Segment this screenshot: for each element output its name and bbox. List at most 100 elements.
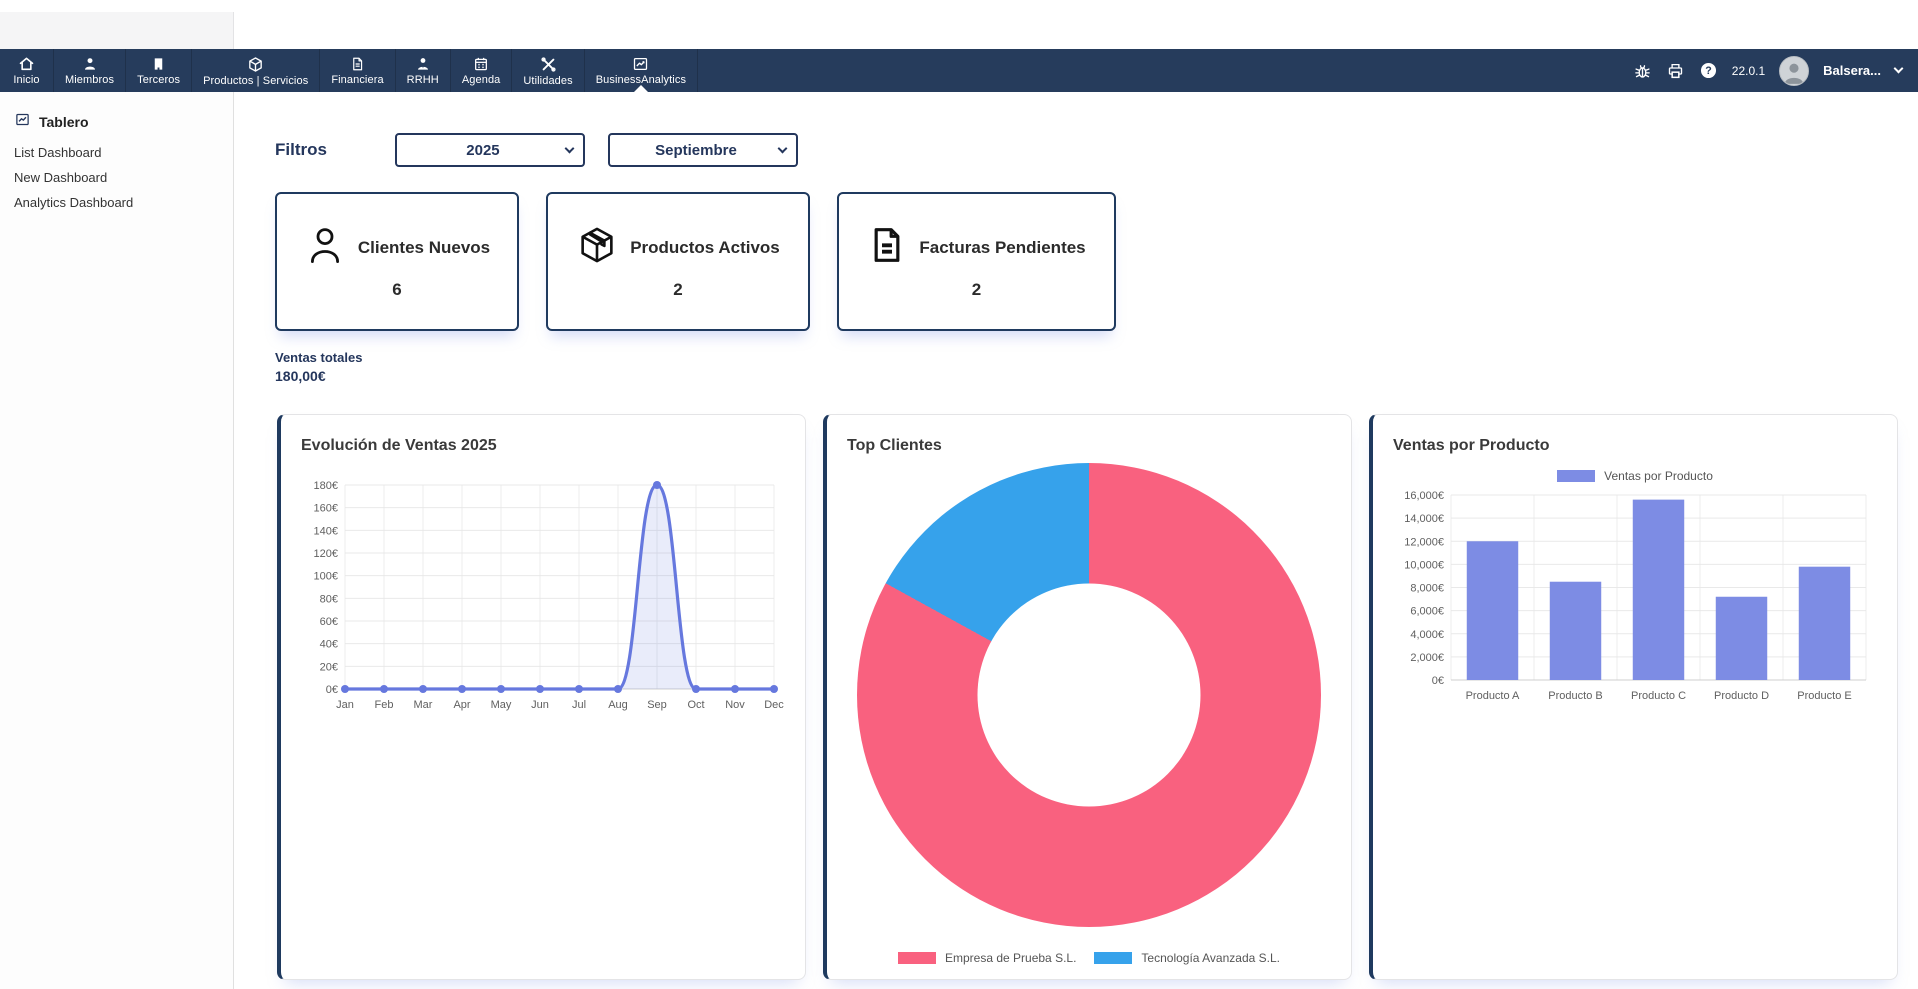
ventas-totales-value: 180,00€ <box>275 368 362 384</box>
user-icon <box>82 56 98 72</box>
svg-text:80€: 80€ <box>320 593 338 605</box>
legend-swatch-blue <box>1094 952 1132 964</box>
nav-item-terceros[interactable]: Terceros <box>126 49 192 92</box>
nav-label: Productos | Servicios <box>203 75 308 87</box>
nav-item-productos-servicios[interactable]: Productos | Servicios <box>192 49 320 92</box>
year-select[interactable]: 2025 <box>395 133 585 167</box>
nav-item-financiera[interactable]: Financiera <box>320 49 395 92</box>
main-content: Filtros 2025 Septiembre Clientes Nuevos … <box>234 92 1918 989</box>
filters-bar: Filtros 2025 Septiembre <box>275 133 798 167</box>
chart-card-evolucion-ventas: Evolución de Ventas 2025 0€20€40€60€80€1… <box>277 414 806 980</box>
svg-text:Jun: Jun <box>531 699 549 711</box>
svg-text:10,000€: 10,000€ <box>1404 559 1444 571</box>
nav-item-businessanalytics[interactable]: BusinessAnalytics <box>585 49 698 92</box>
svg-text:Producto C: Producto C <box>1631 690 1686 702</box>
bar-legend[interactable]: Ventas por Producto <box>1393 469 1877 483</box>
svg-text:Feb: Feb <box>375 699 394 711</box>
svg-text:140€: 140€ <box>314 525 338 537</box>
ventas-totales: Ventas totales 180,00€ <box>275 350 362 384</box>
nav-item-agenda[interactable]: Agenda <box>451 49 513 92</box>
kpi-card-facturas-pendientes: Facturas Pendientes 2 <box>837 192 1116 331</box>
chart-title: Evolución de Ventas 2025 <box>301 437 785 455</box>
legend-label: Empresa de Prueba S.L. <box>945 951 1076 965</box>
chart-card-ventas-producto: Ventas por Producto Ventas por Producto … <box>1369 414 1898 980</box>
legend-label: Tecnología Avanzada S.L. <box>1141 951 1280 965</box>
user-tie-icon <box>415 56 431 72</box>
nav-label: Utilidades <box>523 75 572 87</box>
month-select-wrap: Septiembre <box>608 133 798 167</box>
svg-text:Dec: Dec <box>764 699 784 711</box>
top-left-gray-block <box>0 12 234 49</box>
chart-line-icon <box>632 56 649 72</box>
legend-label: Ventas por Producto <box>1604 469 1713 483</box>
ventas-totales-label: Ventas totales <box>275 350 362 365</box>
kpi-row: Clientes Nuevos 6 Productos Activos 2 Fa… <box>275 192 1116 331</box>
nav-item-miembros[interactable]: Miembros <box>54 49 126 92</box>
cube-icon <box>247 56 264 73</box>
month-select[interactable]: Septiembre <box>608 133 798 167</box>
svg-text:Sep: Sep <box>647 699 667 711</box>
tools-icon <box>540 56 557 73</box>
svg-text:Aug: Aug <box>608 699 628 711</box>
chart-line-icon <box>14 112 31 132</box>
file-invoice-icon <box>350 56 365 72</box>
svg-text:Jan: Jan <box>336 699 354 711</box>
svg-text:Mar: Mar <box>414 699 433 711</box>
svg-text:16,000€: 16,000€ <box>1404 490 1444 502</box>
svg-text:120€: 120€ <box>314 548 338 560</box>
kpi-card-productos-activos: Productos Activos 2 <box>546 192 810 331</box>
avatar[interactable] <box>1779 56 1809 86</box>
svg-text:Producto D: Producto D <box>1714 690 1769 702</box>
svg-text:0€: 0€ <box>1432 675 1444 687</box>
kpi-value: 6 <box>392 280 401 300</box>
chevron-down-icon[interactable] <box>1894 64 1904 74</box>
svg-text:180€: 180€ <box>314 480 338 492</box>
help-icon[interactable]: ? <box>1699 61 1718 80</box>
nav-item-utilidades[interactable]: Utilidades <box>512 49 584 92</box>
navbar-right: ? 22.0.1 Balsera... <box>1633 49 1918 92</box>
main-navbar: Inicio Miembros Terceros Productos | Ser… <box>0 49 1918 92</box>
chart-title: Ventas por Producto <box>1393 437 1877 455</box>
kpi-label: Clientes Nuevos <box>358 238 490 258</box>
line-chart: 0€20€40€60€80€100€120€140€160€180€JanFeb… <box>301 463 786 731</box>
legend-swatch-pink <box>898 952 936 964</box>
building-icon <box>151 56 166 72</box>
chart-title: Top Clientes <box>847 437 1331 455</box>
svg-text:8,000€: 8,000€ <box>1410 583 1444 595</box>
legend-entry[interactable]: Empresa de Prueba S.L. <box>898 951 1076 965</box>
sidebar-item-new-dashboard[interactable]: New Dashboard <box>0 165 233 190</box>
kpi-value: 2 <box>673 280 682 300</box>
printer-icon[interactable] <box>1666 62 1685 80</box>
filters-label: Filtros <box>275 140 327 160</box>
kpi-label: Facturas Pendientes <box>919 238 1085 258</box>
svg-text:May: May <box>491 699 512 711</box>
sidebar-item-list-dashboard[interactable]: List Dashboard <box>0 140 233 165</box>
charts-row: Evolución de Ventas 2025 0€20€40€60€80€1… <box>277 414 1898 980</box>
bug-icon[interactable] <box>1633 62 1652 80</box>
nav-item-rrhh[interactable]: RRHH <box>396 49 451 92</box>
donut-legend: Empresa de Prueba S.L. Tecnología Avanza… <box>827 951 1351 965</box>
sidebar-item-analytics-dashboard[interactable]: Analytics Dashboard <box>0 190 233 215</box>
svg-text:Jul: Jul <box>572 699 586 711</box>
svg-text:?: ? <box>1705 65 1712 77</box>
svg-text:20€: 20€ <box>320 661 338 673</box>
svg-text:12,000€: 12,000€ <box>1404 536 1444 548</box>
home-icon <box>18 56 35 72</box>
svg-text:Producto B: Producto B <box>1548 690 1602 702</box>
nav-label: RRHH <box>407 74 439 86</box>
donut-chart <box>857 463 1321 927</box>
kpi-label: Productos Activos <box>630 238 780 258</box>
year-select-wrap: 2025 <box>395 133 585 167</box>
top-band <box>0 0 1918 49</box>
svg-text:6,000€: 6,000€ <box>1410 606 1444 618</box>
sidebar-section-tablero[interactable]: Tablero <box>0 92 233 140</box>
svg-text:2,000€: 2,000€ <box>1410 652 1444 664</box>
nav-item-inicio[interactable]: Inicio <box>0 49 54 92</box>
nav-label: Financiera <box>331 74 383 86</box>
svg-text:100€: 100€ <box>314 571 338 583</box>
bar-chart: 0€2,000€4,000€6,000€8,000€10,000€12,000€… <box>1393 485 1878 720</box>
svg-text:60€: 60€ <box>320 616 338 628</box>
svg-text:160€: 160€ <box>314 503 338 515</box>
legend-entry[interactable]: Tecnología Avanzada S.L. <box>1094 951 1280 965</box>
user-menu-label[interactable]: Balsera... <box>1823 63 1881 78</box>
